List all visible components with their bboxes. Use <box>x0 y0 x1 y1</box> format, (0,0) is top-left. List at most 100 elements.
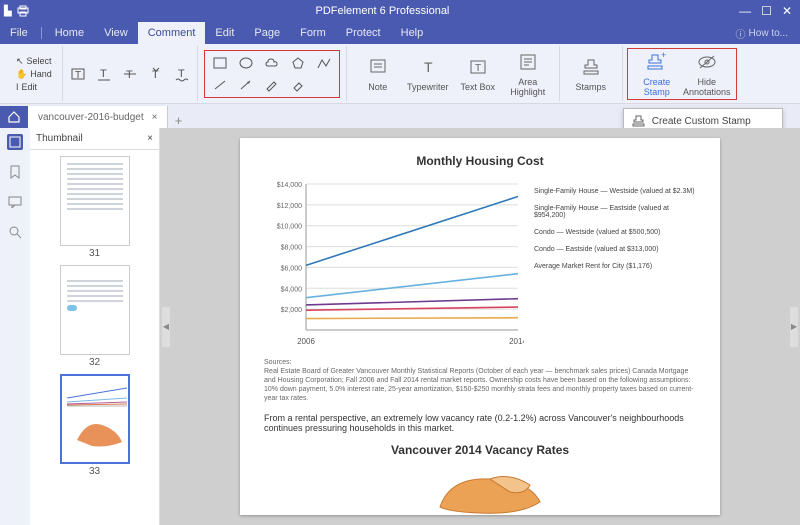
svg-text:$6,000: $6,000 <box>281 265 303 272</box>
shape-line[interactable] <box>211 76 229 94</box>
caret-tool[interactable]: T <box>147 65 165 83</box>
typewriter-icon: T <box>417 56 439 78</box>
ribbon-shapes-group <box>198 46 346 101</box>
underline-tool[interactable]: T <box>95 65 113 83</box>
stamp-icon <box>580 56 602 78</box>
vacancy-map <box>264 467 696 517</box>
menu-file[interactable]: File <box>0 22 38 44</box>
strikethrough-tool[interactable]: T <box>121 65 139 83</box>
menu-comment[interactable]: Comment <box>138 22 206 44</box>
shape-connected-lines[interactable] <box>315 54 333 72</box>
app-icon: ▙ <box>4 6 12 17</box>
tool-edit[interactable]: IEdit <box>16 82 52 92</box>
ribbon-select-group: ↖Select ✋Hand IEdit <box>6 46 63 101</box>
thumbnail-panel: Thumbnail × 31 32 33 <box>30 128 160 525</box>
next-page-handle[interactable]: ▶ <box>790 307 798 347</box>
svg-text:$14,000: $14,000 <box>277 182 302 189</box>
thumbnail-32[interactable]: 32 <box>60 265 130 368</box>
perspective-text: From a rental perspective, an extremely … <box>264 413 696 433</box>
menu-view[interactable]: View <box>94 22 138 44</box>
note-icon <box>367 56 389 78</box>
ribbon-stamp-actions-group: + Create Stamp Hide Annotations Create C… <box>623 46 741 101</box>
svg-text:2014: 2014 <box>509 337 524 346</box>
svg-text:T: T <box>75 70 81 81</box>
ribbon-stamps-group: Stamps <box>560 46 623 101</box>
menu-edit[interactable]: Edit <box>205 22 244 44</box>
shape-rectangle[interactable] <box>211 54 229 72</box>
prev-page-handle[interactable]: ◀ <box>162 307 170 347</box>
shape-cloud[interactable] <box>263 54 281 72</box>
create-stamp-button[interactable]: + Create Stamp <box>632 51 682 97</box>
cursor-icon: ↖ <box>16 56 24 67</box>
menu-page[interactable]: Page <box>244 22 290 44</box>
pdf-page: Monthly Housing Cost $2,000$4,000$6,000$… <box>240 138 720 515</box>
bookmarks-icon[interactable] <box>7 164 23 180</box>
thumbnail-33[interactable]: 33 <box>60 374 130 477</box>
svg-text:T: T <box>424 59 433 75</box>
app-logo: ▙ <box>0 5 34 17</box>
howto-link[interactable]: ⓘ How to... <box>724 26 800 41</box>
new-tab-button[interactable]: + <box>168 113 188 128</box>
menu-help[interactable]: Help <box>391 22 434 44</box>
svg-text:$8,000: $8,000 <box>281 245 303 252</box>
comments-panel-icon[interactable] <box>7 194 23 210</box>
svg-text:$10,000: $10,000 <box>277 224 302 231</box>
document-tab[interactable]: vancouver-2016-budget × <box>28 106 168 128</box>
maximize-button[interactable]: ☐ <box>761 5 772 17</box>
ribbon-textmarkup-group: T T T T T <box>63 46 198 101</box>
svg-text:$12,000: $12,000 <box>277 203 302 210</box>
tab-close-button[interactable]: × <box>152 112 158 123</box>
search-icon[interactable] <box>7 224 23 240</box>
svg-text:2006: 2006 <box>297 337 315 346</box>
shape-polygon[interactable] <box>289 54 307 72</box>
svg-text:$2,000: $2,000 <box>281 307 303 314</box>
shape-arrow[interactable] <box>237 76 255 94</box>
svg-text:T: T <box>475 63 481 74</box>
thumbnail-31[interactable]: 31 <box>60 156 130 259</box>
area-highlight-icon <box>517 51 539 73</box>
home-tab[interactable] <box>0 106 28 128</box>
chart-legend: Single-Family House — Westside (valued a… <box>534 178 696 348</box>
edit-cursor-icon: I <box>16 82 19 92</box>
sources-block: Sources: Real Estate Board of Greater Va… <box>264 358 696 403</box>
home-icon <box>7 110 21 124</box>
textbox-button[interactable]: T Text Box <box>453 51 503 97</box>
hide-annotations-icon <box>696 51 718 73</box>
highlight-tool[interactable]: T <box>69 65 87 83</box>
housing-cost-chart: $2,000 $4,000 $6,000 $8,000 $10,000 $12,000 $1… <box>264 178 524 348</box>
menu-form[interactable]: Form <box>290 22 336 44</box>
eraser-tool[interactable] <box>289 76 307 94</box>
title-bar: ▙ PDFelement 6 Professional — ☐ ✕ <box>0 0 800 22</box>
svg-text:T: T <box>126 69 133 81</box>
pencil-tool[interactable] <box>263 76 281 94</box>
window-title: PDFelement 6 Professional <box>34 5 731 17</box>
typewriter-button[interactable]: T Typewriter <box>403 51 453 97</box>
close-button[interactable]: ✕ <box>782 5 792 17</box>
tool-hand[interactable]: ✋Hand <box>16 69 52 80</box>
document-view[interactable]: ◀ ▶ Monthly Housing Cost $2,000 $4,000 $6,… <box>160 128 800 525</box>
menu-protect[interactable]: Protect <box>336 22 391 44</box>
thumbnails-tab-icon[interactable] <box>7 134 23 150</box>
thumbnail-close-button[interactable]: × <box>147 133 153 144</box>
squiggly-tool[interactable]: T <box>173 65 191 83</box>
tool-select[interactable]: ↖Select <box>16 56 52 67</box>
chart-title: Monthly Housing Cost <box>264 154 696 168</box>
minimize-button[interactable]: — <box>739 5 751 17</box>
svg-text:$4,000: $4,000 <box>281 286 303 293</box>
ribbon-annotation-group: Note T Typewriter T Text Box Area Highli… <box>346 46 560 101</box>
side-toolbar <box>0 128 30 525</box>
stamps-button[interactable]: Stamps <box>566 56 616 92</box>
main-area: Thumbnail × 31 32 33 <box>0 128 800 525</box>
help-icon: ⓘ <box>736 26 746 41</box>
menu-home[interactable]: Home <box>45 22 94 44</box>
create-stamp-icon <box>632 114 646 128</box>
area-highlight-button[interactable]: Area Highlight <box>503 51 553 97</box>
shape-oval[interactable] <box>237 54 255 72</box>
textbox-icon: T <box>467 56 489 78</box>
hide-annotations-button[interactable]: Hide Annotations <box>682 51 732 97</box>
quickprint-icon[interactable] <box>16 5 30 17</box>
thumbnail-header: Thumbnail × <box>30 128 159 150</box>
svg-text:T: T <box>178 68 185 80</box>
note-button[interactable]: Note <box>353 51 403 97</box>
menu-bar: File Home View Comment Edit Page Form Pr… <box>0 22 800 44</box>
